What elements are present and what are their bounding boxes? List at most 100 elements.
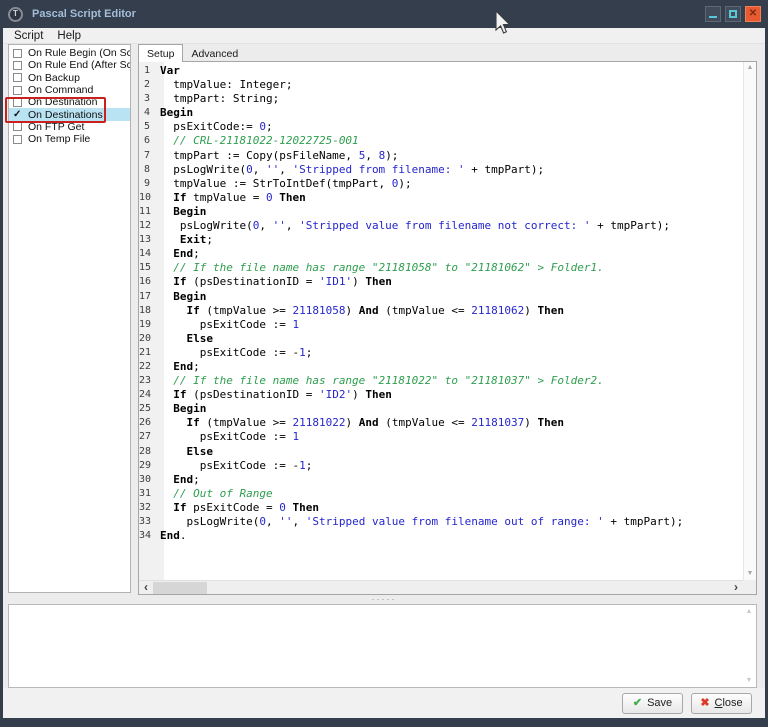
code-text: If (psDestinationID = 'ID1') Then — [173, 275, 392, 289]
line-number: 9 — [143, 177, 150, 189]
code-text: // Out of Range — [173, 486, 273, 500]
line-number: 11 — [139, 205, 152, 217]
close-window-button[interactable]: ✕ — [745, 6, 761, 22]
window-controls: ✕ — [705, 6, 761, 22]
scrollbar-corner — [743, 580, 756, 594]
code-line: 1 Var — [139, 64, 743, 78]
code-line: 2 tmpValue: Integer; — [139, 78, 743, 92]
code-line: 19 psExitCode := 1 — [139, 318, 743, 332]
line-number: 7 — [143, 149, 150, 161]
code-line: 4 Begin — [139, 106, 743, 120]
code-line: 20 Else — [139, 332, 743, 346]
code-text: End; — [173, 359, 200, 373]
code-line: 32 If psExitCode = 0 Then — [139, 501, 743, 515]
checkbox[interactable] — [13, 48, 22, 58]
code-line: 12 psLogWrite(0, '', 'Stripped value fro… — [139, 219, 743, 233]
editor-horizontal-scrollbar[interactable]: ‹ › — [139, 580, 743, 594]
line-number: 32 — [139, 501, 152, 513]
scroll-left-icon[interactable]: ‹ — [139, 581, 153, 594]
code-line: 25 Begin — [139, 402, 743, 416]
checkbox[interactable] — [13, 97, 22, 107]
code-text: psLogWrite(0, '', 'Stripped from filenam… — [160, 162, 545, 176]
code-line: 5 psExitCode:= 0; — [139, 120, 743, 134]
menu-item-help[interactable]: Help — [50, 29, 88, 43]
main-area: On Rule Begin (On Scan)On Rule End (Afte… — [3, 44, 765, 718]
code-text: tmpValue := StrToIntDef(tmpPart, 0); — [160, 176, 412, 190]
line-number: 17 — [139, 290, 152, 302]
code-text: psLogWrite(0, '', 'Stripped value from f… — [160, 515, 684, 528]
pascal-script-editor-window: T Pascal Script Editor ✕ Script Help On R… — [0, 0, 768, 727]
checkbox[interactable] — [13, 134, 22, 144]
code-text: End; — [173, 472, 200, 486]
line-number: 29 — [139, 459, 152, 471]
minimize-button[interactable] — [705, 6, 721, 22]
line-number: 5 — [143, 121, 150, 133]
line-number: 2 — [143, 79, 150, 91]
line-number: 18 — [139, 304, 152, 316]
code-text: If psExitCode = 0 Then — [173, 500, 319, 514]
sidebar-item-on-command[interactable]: On Command — [9, 84, 130, 96]
checkbox[interactable] — [13, 85, 22, 95]
line-number: 30 — [139, 473, 152, 485]
close-button[interactable]: ✖ Close — [691, 692, 752, 714]
line-number: 20 — [139, 332, 152, 344]
code-text: tmpPart := Copy(psFileName, 5, 8); — [160, 148, 399, 162]
code-line: 14 End; — [139, 247, 743, 261]
scroll-right-icon[interactable]: › — [729, 581, 743, 594]
scroll-down-icon[interactable]: ▼ — [744, 569, 756, 579]
editor-vertical-scrollbar[interactable]: ▲ ▼ — [743, 62, 756, 580]
code-text: Else — [186, 331, 214, 345]
scroll-up-icon[interactable]: ▲ — [744, 63, 756, 73]
line-number: 25 — [139, 403, 152, 415]
sidebar-item-on-rule-end-after-scan-[interactable]: On Rule End (After Scan) — [9, 59, 130, 71]
sidebar-item-label: On Temp File — [28, 133, 91, 146]
memo-scroll-up-icon[interactable]: ▲ — [744, 607, 754, 616]
save-check-icon: ✔ — [632, 696, 643, 709]
checkbox[interactable] — [13, 122, 22, 132]
sidebar-item-on-destinations[interactable]: ✓ On Destinations — [9, 108, 130, 121]
code-line: 17 Begin — [139, 290, 743, 304]
checkbox[interactable] — [13, 73, 22, 83]
code-line: 7 tmpPart := Copy(psFileName, 5, 8); — [139, 149, 743, 163]
save-button[interactable]: ✔ Save — [622, 692, 683, 714]
checked-checkbox-icon[interactable]: ✓ — [13, 109, 24, 120]
code-text: // If the file name has range "21181058"… — [173, 261, 604, 275]
sidebar-item-label: On Rule End (After Scan) — [28, 59, 131, 72]
code-editor[interactable]: 1 Var 2 tmpValue: Integer; 3 tmpPart: Strin… — [138, 61, 757, 595]
code-line: 3 tmpPart: String; — [139, 92, 743, 106]
sidebar-item-on-backup[interactable]: On Backup — [9, 72, 130, 84]
horizontal-scroll-thumb[interactable] — [153, 582, 207, 594]
code-line: 30 End; — [139, 473, 743, 487]
code-text: If (tmpValue >= 21181022) And (tmpValue … — [186, 416, 565, 430]
line-number: 15 — [139, 262, 152, 274]
checkbox[interactable] — [13, 60, 22, 70]
maximize-button[interactable] — [725, 6, 741, 22]
sidebar-item-on-rule-begin-on-scan-[interactable]: On Rule Begin (On Scan) — [9, 47, 130, 59]
sidebar-item-on-temp-file[interactable]: On Temp File — [9, 133, 130, 145]
memo-scroll-down-icon[interactable]: ▼ — [744, 676, 754, 685]
code-text: psExitCode := 1 — [160, 430, 300, 444]
code-text: Begin — [173, 402, 207, 416]
splitter[interactable]: ····· — [3, 595, 765, 604]
code-line: 21 psExitCode := -1; — [139, 346, 743, 360]
tab-advanced[interactable]: Advanced — [183, 46, 246, 62]
code-line: 23 // If the file name has range "211810… — [139, 374, 743, 388]
sidebar-item-label: On Backup — [28, 71, 80, 84]
code-area[interactable]: 1 Var 2 tmpValue: Integer; 3 tmpPart: Strin… — [139, 62, 743, 580]
code-line: 15 // If the file name has range "211810… — [139, 261, 743, 275]
menu-item-script[interactable]: Script — [7, 29, 50, 43]
tab-setup[interactable]: Setup — [138, 44, 184, 62]
close-icon: ✕ — [748, 8, 758, 19]
code-text: // CRL-21181022-12022725-001 — [173, 134, 359, 148]
sidebar-item-on-destination[interactable]: On Destination — [9, 96, 130, 108]
sidebar-item-label: On Destination — [28, 96, 98, 109]
output-memo[interactable]: ▲ ▼ — [8, 604, 757, 688]
code-line: 33 psLogWrite(0, '', 'Stripped value fro… — [139, 515, 743, 529]
sidebar-item-on-ftp-get[interactable]: On FTP Get — [9, 121, 130, 133]
button-bar: ✔ Save ✖ Close — [3, 688, 765, 718]
line-number: 13 — [139, 234, 152, 246]
code-text: // If the file name has range "21181022"… — [173, 374, 604, 388]
line-number: 23 — [139, 375, 152, 387]
code-line: 24 If (psDestinationID = 'ID2') Then — [139, 388, 743, 402]
title-bar[interactable]: T Pascal Script Editor ✕ — [0, 0, 768, 28]
